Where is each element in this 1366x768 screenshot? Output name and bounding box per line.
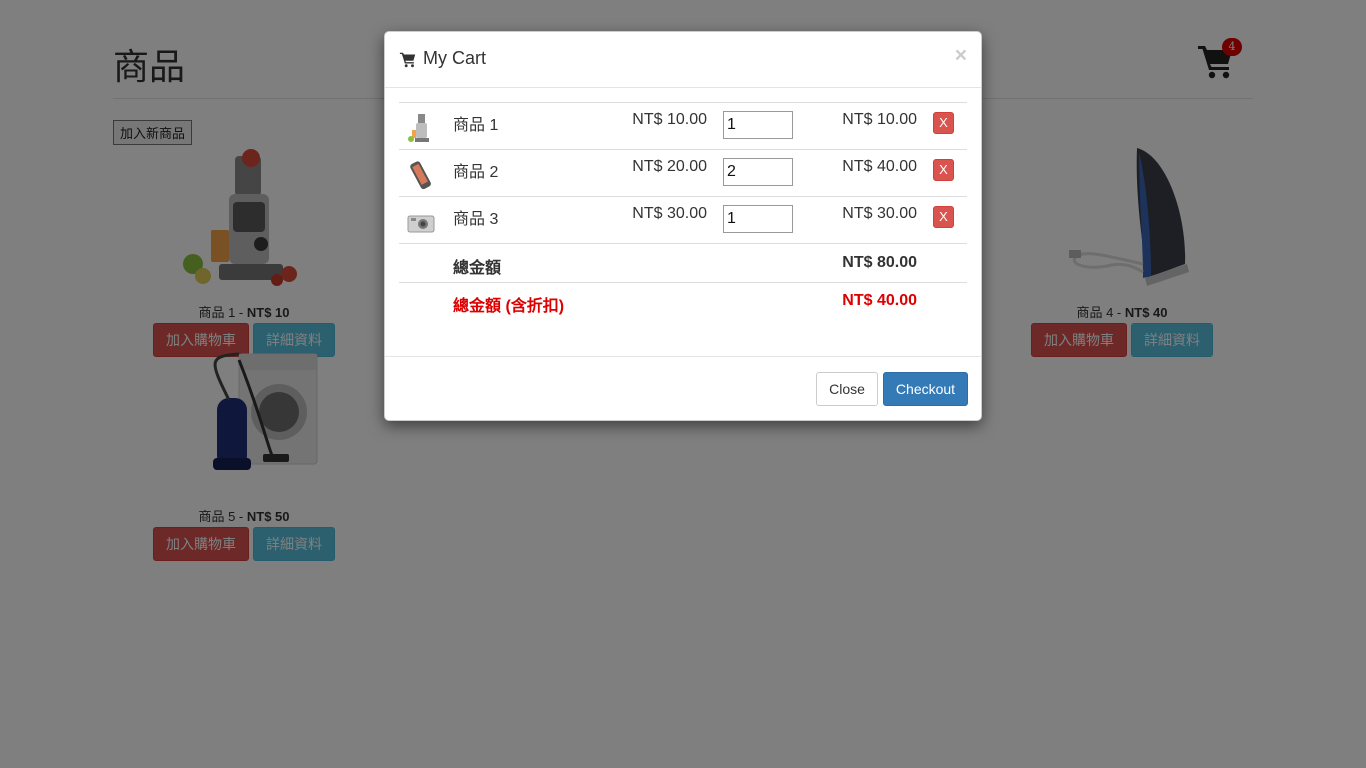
modal-footer: Close Checkout (385, 357, 981, 421)
discount-total-row: 總金額 (含折扣) NT$ 40.00 (399, 282, 967, 323)
camera-thumb (407, 215, 435, 233)
item-subtotal: NT$ 40.00 (823, 149, 933, 197)
table-row: 商品 3 NT$ 30.00 NT$ 30.00 X (399, 196, 967, 244)
close-button[interactable]: Close (816, 372, 878, 406)
discount-total-value: NT$ 40.00 (823, 282, 933, 323)
item-price: NT$ 10.00 (603, 102, 723, 150)
table-row: 商品 1 NT$ 10.00 NT$ 10.00 X (399, 102, 967, 150)
item-subtotal: NT$ 10.00 (823, 102, 933, 150)
close-icon[interactable]: × (955, 44, 967, 68)
item-subtotal: NT$ 30.00 (823, 196, 933, 244)
remove-item-button[interactable]: X (933, 206, 954, 228)
cart-modal: My Cart × 商品 1 NT$ 10.00 NT$ 10.00 (384, 31, 982, 421)
total-value: NT$ 80.00 (823, 243, 933, 283)
item-price: NT$ 20.00 (603, 149, 723, 197)
item-name: 商品 3 (453, 196, 603, 244)
checkout-button[interactable]: Checkout (883, 372, 968, 406)
quantity-input[interactable] (723, 205, 793, 233)
modal-title: My Cart (399, 48, 486, 69)
phone-thumb (410, 161, 431, 190)
cart-table: 商品 1 NT$ 10.00 NT$ 10.00 X 商品 2 NT$ 20.0… (399, 102, 967, 323)
item-name: 商品 2 (453, 149, 603, 197)
item-price: NT$ 30.00 (603, 196, 723, 244)
remove-item-button[interactable]: X (933, 112, 954, 134)
modal-body: 商品 1 NT$ 10.00 NT$ 10.00 X 商品 2 NT$ 20.0… (385, 88, 981, 357)
discount-total-label: 總金額 (含折扣) (453, 282, 723, 323)
total-row: 總金額 NT$ 80.00 (399, 243, 967, 283)
shopping-cart-icon (399, 52, 416, 67)
item-name: 商品 1 (453, 102, 603, 150)
remove-item-button[interactable]: X (933, 159, 954, 181)
quantity-input[interactable] (723, 158, 793, 186)
quantity-input[interactable] (723, 111, 793, 139)
modal-header: My Cart × (385, 32, 981, 88)
table-row: 商品 2 NT$ 20.00 NT$ 40.00 X (399, 149, 967, 197)
total-label: 總金額 (453, 243, 603, 283)
modal-title-text: My Cart (423, 48, 486, 68)
juicer-thumb (408, 114, 429, 142)
